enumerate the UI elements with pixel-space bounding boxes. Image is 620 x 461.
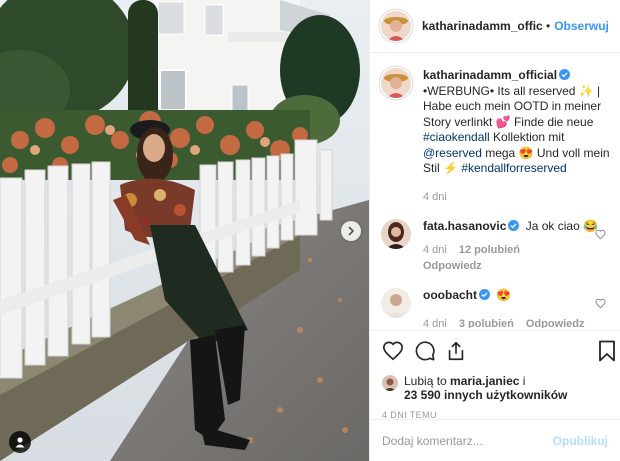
hashtag-link[interactable]: #ciaokendall bbox=[423, 130, 490, 144]
likes-summary: Lubią to maria.janiec i 23 590 innych uż… bbox=[382, 374, 620, 402]
chevron-right-icon bbox=[348, 226, 355, 236]
share-icon[interactable] bbox=[445, 340, 467, 362]
caption-author-avatar[interactable] bbox=[381, 68, 411, 98]
likes-text: Lubią to maria.janiec i 23 590 innych uż… bbox=[404, 374, 567, 402]
comments-list[interactable]: katharinadamm_official•WERBUNG• Its all … bbox=[370, 54, 620, 328]
likes-suffix: i bbox=[519, 374, 526, 388]
follow-button[interactable]: Obserwuj bbox=[554, 19, 609, 33]
commenter-username[interactable]: ooobacht bbox=[423, 288, 477, 302]
caption-segment: •WERBUNG• Its all reserved bbox=[423, 83, 579, 98]
post-photo[interactable] bbox=[0, 0, 369, 461]
caption-segment: Finde die neue bbox=[510, 114, 594, 129]
author-avatar[interactable] bbox=[381, 11, 411, 41]
comment-time[interactable]: 4 dni bbox=[423, 244, 447, 256]
comment-like-icon[interactable] bbox=[595, 229, 606, 240]
lightning-emoji: ⚡ bbox=[443, 161, 458, 175]
caption-time[interactable]: 4 dni bbox=[423, 191, 447, 203]
comment-text: ooobacht 😍 bbox=[423, 288, 618, 304]
bookmark-icon[interactable] bbox=[598, 340, 616, 362]
likes-prefix: Lubią to bbox=[404, 374, 451, 388]
caption-segment: mega bbox=[481, 145, 519, 160]
comment-item: ooobacht 😍 4 dni 3 polubień Odpowiedz bbox=[381, 288, 620, 328]
reply-button[interactable]: Odpowiedz bbox=[526, 318, 585, 329]
liker-avatar[interactable] bbox=[382, 375, 398, 391]
post-comment-button[interactable]: Opublikuj bbox=[553, 434, 608, 448]
like-heart-icon[interactable] bbox=[382, 340, 404, 362]
likes-count[interactable]: 23 590 innych użytkowników bbox=[404, 388, 567, 402]
action-icons bbox=[382, 340, 620, 366]
commenter-username[interactable]: fata.hasanovic bbox=[423, 219, 506, 233]
caption-username[interactable]: katharinadamm_official bbox=[423, 68, 557, 82]
comment-input[interactable] bbox=[382, 433, 553, 448]
author-username[interactable]: katharinadamm_offic bbox=[422, 19, 542, 33]
comment-bubble-icon[interactable] bbox=[414, 340, 436, 362]
caption: katharinadamm_official•WERBUNG• Its all … bbox=[381, 68, 620, 203]
caption-meta: 4 dni bbox=[423, 191, 618, 203]
hashtag-link[interactable]: #kendallforreserved bbox=[461, 161, 566, 175]
comment-body: Ja ok ciao 😂 bbox=[525, 218, 599, 233]
commenter-avatar[interactable] bbox=[381, 288, 411, 318]
comment-text: fata.hasanovic Ja ok ciao 😂 bbox=[423, 219, 618, 235]
comment-likes-count[interactable]: 12 polubień bbox=[459, 244, 520, 256]
sparkles-emoji: ✨ bbox=[578, 83, 594, 98]
post-actions: Lubią to maria.janiec i 23 590 innych uż… bbox=[370, 330, 620, 420]
liker-username[interactable]: maria.janiec bbox=[450, 374, 519, 388]
next-photo-button[interactable] bbox=[341, 221, 361, 241]
comment-time[interactable]: 4 dni bbox=[423, 318, 447, 329]
comment-meta: 4 dni 12 polubień bbox=[423, 244, 618, 256]
verified-badge-icon bbox=[479, 289, 490, 300]
comment-meta: 4 dni 3 polubień Odpowiedz bbox=[423, 318, 618, 329]
comment-body: 😍 bbox=[496, 288, 512, 302]
post-header: katharinadamm_offic • Obserwuj bbox=[370, 0, 620, 53]
header-separator: • bbox=[546, 19, 551, 33]
photo-image bbox=[0, 0, 369, 461]
reply-button[interactable]: Odpowiedz bbox=[423, 260, 482, 272]
comment-item: fata.hasanovic Ja ok ciao 😂 4 dni 12 pol… bbox=[381, 218, 620, 272]
post-sidebar: katharinadamm_offic • Obserwuj katharina… bbox=[369, 0, 620, 461]
heart-eyes-emoji: 😍 bbox=[518, 145, 534, 160]
tagged-users-button[interactable] bbox=[9, 431, 31, 453]
user-icon bbox=[15, 437, 25, 448]
add-comment-bar: Opublikuj bbox=[370, 419, 620, 461]
caption-text: katharinadamm_official•WERBUNG• Its all … bbox=[423, 68, 618, 177]
caption-segment: Kollektion mit bbox=[489, 130, 565, 144]
comment-like-icon[interactable] bbox=[595, 298, 606, 309]
comment-likes-count[interactable]: 3 polubień bbox=[459, 318, 514, 329]
hearts-emoji: 💕 bbox=[495, 114, 511, 129]
verified-badge-icon bbox=[508, 219, 520, 231]
commenter-avatar[interactable] bbox=[381, 218, 411, 249]
mention-link[interactable]: @reserved bbox=[423, 146, 482, 160]
verified-badge-icon bbox=[559, 69, 571, 80]
comment-actions: Odpowiedz bbox=[423, 260, 618, 272]
